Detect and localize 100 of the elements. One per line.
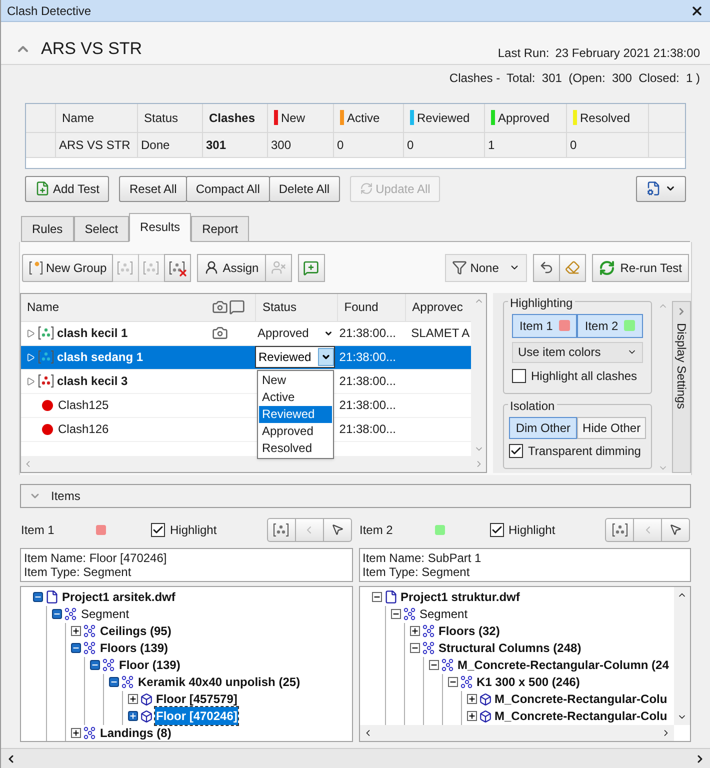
toolbar-button[interactable]: Compact All bbox=[186, 176, 270, 202]
collapse-toggle[interactable] bbox=[52, 609, 62, 619]
menu-option[interactable]: Approved bbox=[259, 422, 332, 440]
display-settings-tab[interactable]: Display Settings bbox=[672, 300, 691, 472]
status-combobox[interactable]: Reviewed bbox=[255, 346, 336, 368]
expand-arrow-icon[interactable] bbox=[26, 376, 35, 386]
tab[interactable]: Rules bbox=[21, 216, 74, 242]
tree-item[interactable]: Floor [470246] bbox=[155, 707, 238, 725]
collapse-toggle[interactable] bbox=[410, 643, 420, 653]
expand-toggle[interactable] bbox=[128, 694, 138, 704]
checkbox[interactable] bbox=[509, 444, 523, 458]
tree-item[interactable]: Segment bbox=[418, 605, 469, 623]
horizontal-scrollbar[interactable] bbox=[1, 748, 710, 768]
clash-name[interactable]: Clash126 bbox=[58, 420, 109, 438]
column-header[interactable]: Resolved bbox=[567, 104, 649, 132]
menu-option[interactable]: Reviewed bbox=[259, 406, 332, 422]
tree-item[interactable]: Structural Columns (248) bbox=[438, 639, 582, 657]
checkbox[interactable] bbox=[512, 368, 526, 382]
column-header[interactable]: Status bbox=[138, 104, 203, 132]
pointer-icon bbox=[669, 523, 682, 536]
tree-item[interactable]: Floors (139) bbox=[99, 639, 170, 657]
expand-toggle[interactable] bbox=[71, 728, 81, 738]
tree-item[interactable]: Project1 arsitek.dwf bbox=[61, 588, 176, 606]
collapse-toggle[interactable] bbox=[372, 592, 382, 602]
expand-toggle[interactable] bbox=[128, 711, 138, 721]
column-header[interactable]: Name bbox=[56, 104, 138, 132]
column-header[interactable]: Status bbox=[255, 294, 338, 320]
vertical-scrollbar[interactable] bbox=[674, 586, 690, 725]
expand-toggle[interactable] bbox=[71, 626, 81, 636]
checkbox[interactable] bbox=[151, 522, 165, 536]
horizontal-scrollbar[interactable] bbox=[360, 725, 674, 741]
tree-item[interactable]: M_Concrete-Rectangular-Column (24 bbox=[456, 656, 670, 674]
menu-option[interactable]: Resolved bbox=[259, 440, 332, 456]
select-button[interactable] bbox=[322, 518, 352, 542]
tab[interactable]: Report bbox=[191, 216, 250, 242]
tree-item[interactable]: Floor [457579] bbox=[155, 690, 238, 708]
tree-item[interactable]: M_Concrete-Rectangular-Colu bbox=[494, 690, 668, 708]
new-group-button[interactable]: New Group bbox=[22, 254, 113, 282]
collapse-toggle[interactable] bbox=[390, 609, 400, 619]
collapse-toggle[interactable] bbox=[90, 660, 100, 670]
plus-icon bbox=[410, 627, 418, 635]
tree-item[interactable]: Ceilings (95) bbox=[99, 622, 172, 640]
rerun-test-button[interactable]: Re-run Test bbox=[592, 254, 689, 282]
table-cell: 0 bbox=[567, 132, 649, 156]
select-button[interactable] bbox=[661, 518, 690, 542]
tab[interactable]: Select bbox=[74, 216, 130, 242]
clash-name[interactable]: clash kecil 1 bbox=[57, 324, 128, 342]
expand-toggle[interactable] bbox=[466, 711, 476, 721]
column-header[interactable]: New bbox=[268, 104, 334, 132]
tree-item[interactable]: Segment bbox=[80, 605, 130, 623]
item-toggle[interactable]: Item 1 bbox=[512, 314, 578, 338]
collapse-toggle[interactable] bbox=[448, 677, 458, 687]
items-section-header[interactable]: Items bbox=[20, 484, 691, 508]
column-header[interactable]: Found bbox=[337, 294, 406, 320]
toolbar-button[interactable]: Delete All bbox=[268, 176, 340, 202]
tree-item[interactable]: Project1 struktur.dwf bbox=[400, 588, 521, 606]
column-header[interactable]: Approved bbox=[485, 104, 567, 132]
toolbar-button[interactable]: Reset All bbox=[119, 176, 187, 202]
select-group-button[interactable] bbox=[266, 518, 296, 542]
filter-dropdown[interactable]: None bbox=[445, 254, 528, 282]
column-header[interactable]: Reviewed bbox=[404, 104, 485, 132]
menu-option[interactable]: Active bbox=[259, 388, 332, 406]
expand-arrow-icon[interactable] bbox=[26, 328, 35, 338]
segment-icon bbox=[83, 624, 97, 638]
collapse-toggle[interactable] bbox=[428, 660, 438, 670]
collapse-toggle[interactable] bbox=[71, 643, 81, 653]
clash-name[interactable]: Clash125 bbox=[58, 396, 109, 414]
add-test-button[interactable]: Add Test bbox=[25, 176, 110, 202]
item-toggle[interactable]: Item 2 bbox=[577, 314, 643, 338]
select-group-button[interactable] bbox=[605, 518, 634, 542]
column-header[interactable]: Clashes bbox=[203, 104, 268, 132]
tree-item[interactable]: K1 300 x 500 (246) bbox=[476, 673, 581, 691]
tree-item[interactable]: Floors (32) bbox=[438, 622, 501, 640]
collapse-toggle[interactable] bbox=[109, 677, 119, 687]
add-comment-button[interactable] bbox=[298, 254, 325, 282]
menu-option[interactable]: New bbox=[259, 372, 332, 388]
ungroup-button[interactable] bbox=[164, 254, 191, 282]
close-button[interactable] bbox=[690, 4, 704, 18]
assign-button[interactable]: Assign bbox=[196, 254, 266, 282]
column-header[interactable]: Active bbox=[334, 104, 404, 132]
plus-icon bbox=[129, 712, 137, 720]
dropdown-button[interactable] bbox=[318, 348, 334, 366]
tree-item[interactable]: Keramik 40x40 unpolish (25) bbox=[137, 673, 302, 691]
expand-toggle[interactable] bbox=[410, 626, 420, 636]
tree-item[interactable]: M_Concrete-Rectangular-Colu bbox=[494, 707, 668, 725]
expand-toggle[interactable] bbox=[466, 694, 476, 704]
tree-item[interactable]: Landings (8) bbox=[99, 724, 172, 741]
checkbox[interactable] bbox=[490, 522, 504, 536]
plus-icon bbox=[468, 712, 476, 720]
tab[interactable]: Results bbox=[129, 212, 192, 242]
clash-name[interactable]: clash kecil 3 bbox=[57, 372, 128, 390]
column-header[interactable]: Name bbox=[21, 294, 212, 320]
color-mode-dropdown[interactable]: Use item colors bbox=[512, 342, 643, 362]
collapse-toggle[interactable] bbox=[33, 592, 43, 602]
isolation-toggle[interactable]: Dim Other bbox=[509, 416, 578, 438]
tree-item[interactable]: Floor (139) bbox=[118, 656, 182, 674]
reset-button[interactable] bbox=[533, 254, 560, 282]
isolation-toggle[interactable]: Hide Other bbox=[577, 416, 646, 438]
clash-name[interactable]: clash sedang 1 bbox=[57, 348, 144, 366]
export-menu-button[interactable] bbox=[636, 176, 686, 202]
